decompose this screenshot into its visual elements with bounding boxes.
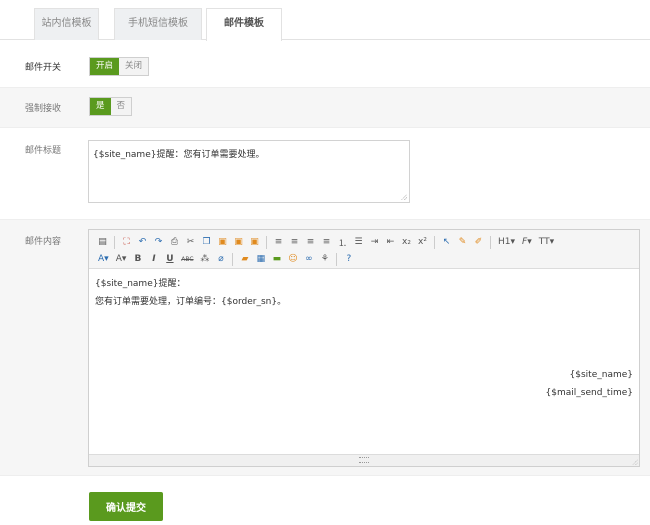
toolbar-divider: [434, 235, 435, 249]
format-painter-icon[interactable]: ✐: [472, 236, 485, 249]
force-receive-row: 强制接收 是 否: [0, 87, 650, 128]
unordered-list-icon[interactable]: ☰: [352, 236, 365, 249]
toolbar-divider: [336, 252, 338, 266]
align-center-icon[interactable]: ≡: [288, 236, 301, 249]
editor-content-area[interactable]: {$site_name}提醒： 您有订单需要处理，订单编号：{$order_sn…: [89, 269, 639, 456]
line-height-icon[interactable]: ⁂: [198, 253, 211, 266]
fullscreen-icon[interactable]: ⛶: [120, 236, 133, 249]
strikethrough-icon[interactable]: ABC: [179, 253, 195, 266]
tab-sms[interactable]: 手机短信模板: [114, 8, 202, 40]
redo-icon[interactable]: ↷: [152, 236, 165, 249]
superscript-icon[interactable]: x²: [416, 236, 429, 249]
mail-title-label: 邮件标题: [25, 146, 62, 156]
content-line: {$site_name}提醒：: [95, 279, 186, 289]
corner-resize-icon[interactable]: [632, 459, 638, 465]
copy-icon[interactable]: ❐: [200, 236, 213, 249]
print-icon[interactable]: ⎙: [168, 236, 181, 249]
align-justify-icon[interactable]: ≡: [320, 236, 333, 249]
emoticon-icon[interactable]: ☺: [286, 253, 299, 266]
mail-title-value: {$site_name}提醒：您有订单需要处理。: [93, 150, 265, 160]
receive-no-option[interactable]: 否: [110, 98, 132, 115]
mail-content-label: 邮件内容: [25, 237, 62, 247]
background-color-dropdown[interactable]: A ▾: [114, 253, 129, 266]
align-right-icon[interactable]: ≡: [304, 236, 317, 249]
unlink-icon[interactable]: ⚘: [318, 253, 331, 266]
tab-email[interactable]: 邮件模板: [206, 8, 282, 41]
paste-text-icon[interactable]: ▣: [232, 236, 245, 249]
horizontal-rule-icon[interactable]: ▬: [270, 253, 283, 266]
font-color-dropdown[interactable]: A ▾: [96, 253, 111, 266]
resize-grip-icon[interactable]: [401, 194, 407, 200]
ordered-list-icon[interactable]: ⒈: [336, 236, 349, 249]
underline-icon[interactable]: U: [163, 253, 176, 266]
cut-icon[interactable]: ✂: [184, 236, 197, 249]
select-all-icon[interactable]: ↖: [440, 236, 453, 249]
rich-text-editor: ▤ ⛶ ↶ ↷ ⎙ ✂ ❐ ▣ ▣ ▣ ≡ ≡ ≡ ≡ ⒈ ☰ ⇥ ⇤ x₂ x…: [88, 229, 640, 467]
italic-icon[interactable]: I: [147, 253, 160, 266]
font-size-dropdown[interactable]: TT ▾: [537, 236, 556, 249]
tab-site-message[interactable]: 站内信模板: [34, 8, 99, 40]
submit-button[interactable]: 确认提交: [89, 492, 163, 521]
source-icon[interactable]: ▤: [96, 236, 109, 249]
paste-icon[interactable]: ▣: [216, 236, 229, 249]
force-receive-label: 强制接收: [25, 104, 62, 114]
mail-title-input[interactable]: {$site_name}提醒：您有订单需要处理。: [88, 140, 410, 203]
editor-statusbar: [89, 454, 639, 466]
tab-bar: 站内信模板 手机短信模板 邮件模板: [0, 0, 650, 41]
resize-handle-icon[interactable]: [359, 457, 369, 463]
mail-switch-row: 邮件开关 开启 关闭: [0, 46, 650, 87]
table-icon[interactable]: ▦: [254, 253, 267, 266]
subscript-icon[interactable]: x₂: [400, 236, 413, 249]
mail-switch-label: 邮件开关: [25, 63, 62, 73]
mail-switch-toggle[interactable]: 开启 关闭: [89, 57, 150, 76]
link-icon[interactable]: ∞: [302, 253, 315, 266]
toolbar-divider: [232, 252, 234, 266]
font-family-dropdown[interactable]: F ▾: [520, 236, 534, 249]
align-left-icon[interactable]: ≡: [272, 236, 285, 249]
heading-dropdown[interactable]: H1 ▾: [496, 236, 517, 249]
switch-off-option[interactable]: 关闭: [119, 58, 149, 75]
help-icon[interactable]: ?: [342, 253, 355, 266]
toolbar-divider: [490, 235, 491, 249]
paste-word-icon[interactable]: ▣: [248, 236, 261, 249]
toolbar-divider: [114, 235, 115, 249]
remove-format-icon[interactable]: ⌀: [214, 253, 227, 266]
content-line: 您有订单需要处理，订单编号：{$order_sn}。: [95, 297, 287, 307]
receive-yes-option[interactable]: 是: [90, 98, 111, 115]
switch-on-option[interactable]: 开启: [90, 58, 120, 75]
image-icon[interactable]: ▰: [238, 253, 251, 266]
toolbar-divider: [266, 235, 267, 249]
editor-toolbar: ▤ ⛶ ↶ ↷ ⎙ ✂ ❐ ▣ ▣ ▣ ≡ ≡ ≡ ≡ ⒈ ☰ ⇥ ⇤ x₂ x…: [89, 230, 639, 269]
force-receive-toggle[interactable]: 是 否: [89, 97, 133, 116]
clear-format-icon[interactable]: ✎: [456, 236, 469, 249]
undo-icon[interactable]: ↶: [136, 236, 149, 249]
bold-icon[interactable]: B: [131, 253, 144, 266]
content-line-right: {$site_name}: [569, 370, 633, 380]
content-line-right: {$mail_send_time}: [545, 388, 633, 398]
indent-icon[interactable]: ⇥: [368, 236, 381, 249]
outdent-icon[interactable]: ⇤: [384, 236, 397, 249]
